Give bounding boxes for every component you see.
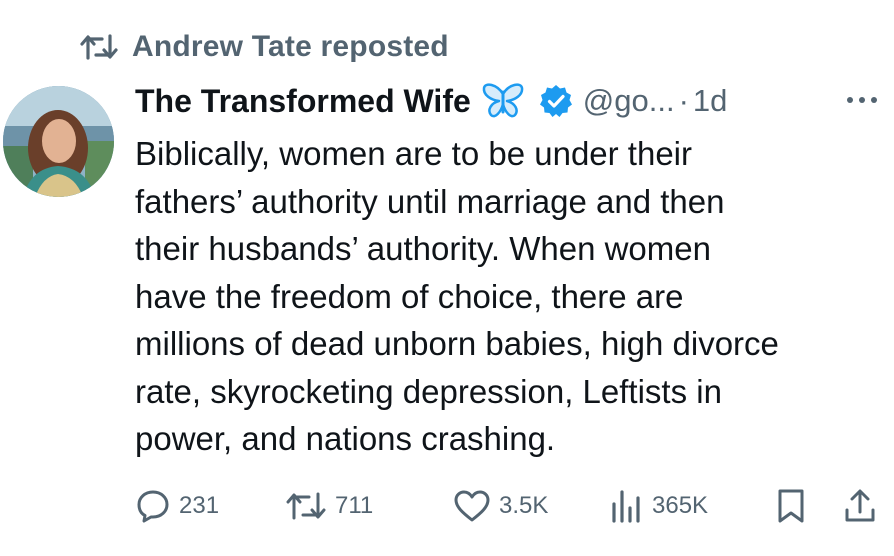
repost-button[interactable]: 711: [285, 486, 373, 526]
like-count: 3.5K: [499, 492, 549, 519]
views-icon: [612, 490, 640, 523]
repost-header: Andrew Tate reposted: [80, 30, 449, 64]
heart-icon: [454, 490, 490, 522]
avatar-photo: [3, 86, 114, 197]
butterfly-icon: [482, 83, 524, 118]
reply-count: 231: [179, 492, 220, 519]
repost-count: 711: [335, 492, 374, 519]
more-options-icon[interactable]: [842, 90, 882, 110]
bookmark-button[interactable]: [775, 486, 807, 526]
verified-badge-icon: [539, 85, 572, 117]
share-button[interactable]: [843, 486, 877, 526]
share-icon: [845, 489, 875, 522]
reply-button[interactable]: 231: [135, 486, 219, 526]
author-handle[interactable]: @go...: [583, 83, 675, 119]
tweet-header: The Transformed Wife @go... · 1d: [135, 78, 727, 124]
views-count: 365K: [652, 492, 709, 519]
timestamp[interactable]: 1d: [693, 83, 727, 119]
reply-icon: [137, 490, 169, 523]
repost-action-icon: [286, 492, 326, 520]
repost-label[interactable]: Andrew Tate reposted: [132, 30, 449, 64]
action-bar: 231 711 3.5K 365K: [135, 486, 880, 526]
views-button[interactable]: 365K: [610, 486, 708, 526]
like-button[interactable]: 3.5K: [453, 486, 548, 526]
tweet-text: Biblically, women are to be under their …: [135, 135, 779, 457]
author-name[interactable]: The Transformed Wife: [135, 83, 471, 120]
repost-icon: [80, 34, 118, 60]
avatar[interactable]: [3, 86, 114, 197]
bookmark-icon: [778, 489, 804, 523]
separator-dot: ·: [678, 83, 689, 118]
